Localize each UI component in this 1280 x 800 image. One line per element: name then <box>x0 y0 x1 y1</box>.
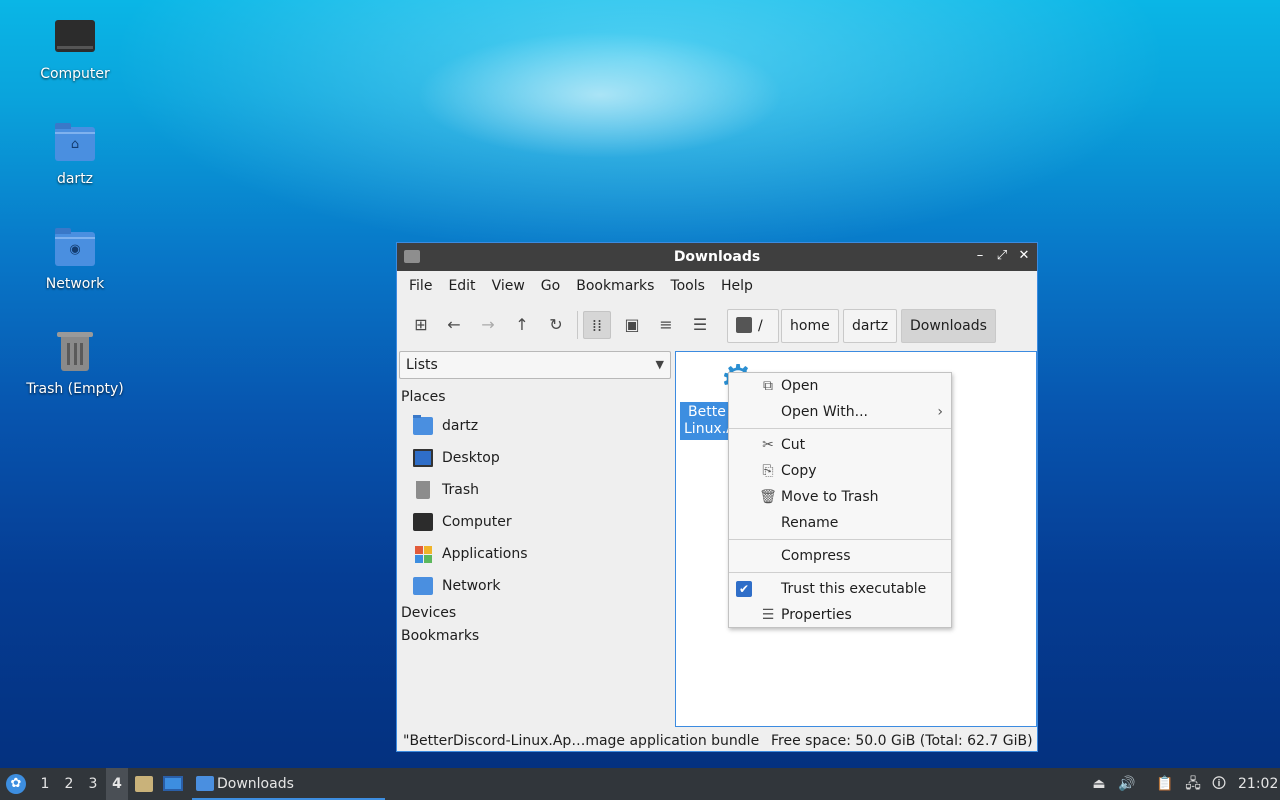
trash-icon: 🗑 <box>759 489 777 505</box>
taskbar-window-downloads[interactable]: Downloads <box>192 768 385 800</box>
eject-icon[interactable]: ⏏ <box>1090 775 1108 793</box>
window-title: Downloads <box>673 249 761 265</box>
menu-item-open-with[interactable]: Open With... › <box>729 400 951 424</box>
trash-icon <box>53 331 97 375</box>
notification-icon[interactable]: 🛈 <box>1210 775 1228 793</box>
menu-help[interactable]: Help <box>713 278 761 294</box>
sidebar-mode-select[interactable]: Lists ▼ <box>399 351 671 379</box>
sidebar-item-network[interactable]: Network <box>413 575 663 597</box>
sidebar-item-trash[interactable]: Trash <box>413 479 663 501</box>
close-icon[interactable]: ✕ <box>1015 247 1033 265</box>
cut-icon: ✂ <box>762 437 774 453</box>
detail-view-icon[interactable]: ☰ <box>686 311 714 339</box>
forward-icon[interactable]: → <box>474 311 502 339</box>
folder-icon <box>196 776 214 791</box>
menu-item-cut[interactable]: ✂ Cut <box>729 433 951 457</box>
desktop-icon-home[interactable]: ⌂ dartz <box>20 121 130 187</box>
menu-item-trust-executable[interactable]: ✔ Trust this executable <box>729 577 951 601</box>
menu-view[interactable]: View <box>484 278 533 294</box>
places-heading[interactable]: Places <box>401 389 446 405</box>
menu-bookmarks[interactable]: Bookmarks <box>568 278 662 294</box>
network-icon[interactable]: 🖧 <box>1184 775 1202 793</box>
menu-item-rename[interactable]: Rename <box>729 511 951 535</box>
computer-icon <box>413 513 433 531</box>
icon-view-icon[interactable]: ⁞⁞ <box>583 311 611 339</box>
chevron-right-icon: › <box>937 404 943 420</box>
file-manager-launcher-icon[interactable] <box>134 768 154 800</box>
minimize-icon[interactable]: – <box>971 247 989 265</box>
devices-heading[interactable]: Devices <box>401 605 456 621</box>
bookmarks-heading[interactable]: Bookmarks <box>401 628 479 644</box>
computer-icon <box>53 16 97 60</box>
desktop-icon-trash[interactable]: Trash (Empty) <box>20 331 130 397</box>
workspace-2[interactable]: 2 <box>58 768 80 800</box>
new-tab-icon[interactable]: ⊞ <box>407 311 435 339</box>
copy-icon: ⎘ <box>762 463 774 479</box>
workspace-1[interactable]: 1 <box>34 768 56 800</box>
menu-tools[interactable]: Tools <box>662 278 713 294</box>
clock[interactable]: 21:02 <box>1238 768 1278 800</box>
clipboard-icon[interactable]: 📋 <box>1156 775 1174 793</box>
context-menu: ⧉ Open Open With... › ✂ Cut ⎘ Copy 🗑 Mov… <box>728 372 952 628</box>
menu-item-compress[interactable]: Compress <box>729 544 951 568</box>
breadcrumb-home[interactable]: home <box>781 309 839 343</box>
workspace-3[interactable]: 3 <box>82 768 104 800</box>
sidebar-item-desktop[interactable]: Desktop <box>413 447 663 469</box>
home-folder-icon <box>413 415 433 435</box>
taskbar: ✿ 1 2 3 4 Downloads ⏏ 🔊 📋 🖧 🛈 21:02 <box>0 768 1280 800</box>
menu-go[interactable]: Go <box>533 278 568 294</box>
trash-icon <box>416 481 430 499</box>
status-free-space: Free space: 50.0 GiB (Total: 62.7 GiB) <box>771 733 1033 749</box>
home-folder-icon: ⌂ <box>53 121 97 165</box>
menu-bar: File Edit View Go Bookmarks Tools Help <box>397 271 1037 301</box>
chevron-down-icon: ▼ <box>655 358 664 371</box>
show-desktop-icon[interactable] <box>162 768 184 800</box>
menu-item-open[interactable]: ⧉ Open <box>729 374 951 398</box>
desktop-icon-label: dartz <box>56 171 94 187</box>
thumbnail-view-icon[interactable]: ▣ <box>618 311 646 339</box>
network-folder-icon: ◉ <box>53 226 97 270</box>
sidebar-item-computer[interactable]: Computer <box>413 511 663 533</box>
desktop-icon-label: Network <box>45 276 105 292</box>
desktop-icon-label: Trash (Empty) <box>26 381 124 397</box>
open-icon: ⧉ <box>763 378 773 394</box>
reload-icon[interactable]: ↻ <box>542 311 570 339</box>
applications-icon <box>413 545 433 563</box>
start-menu-icon[interactable]: ✿ <box>4 768 28 800</box>
sidebar-item-applications[interactable]: Applications <box>413 543 663 565</box>
menu-edit[interactable]: Edit <box>440 278 483 294</box>
desktop-icon-label: Computer <box>40 66 110 82</box>
menu-item-properties[interactable]: ☰ Properties <box>729 603 951 627</box>
breadcrumb-dartz[interactable]: dartz <box>843 309 898 343</box>
file-label[interactable]: Bette Linux.A <box>680 402 730 440</box>
up-icon[interactable]: ↑ <box>508 311 536 339</box>
volume-icon[interactable]: 🔊 <box>1118 775 1136 793</box>
breadcrumb-downloads[interactable]: Downloads <box>901 309 996 343</box>
desktop-icon-computer[interactable]: Computer <box>20 16 130 82</box>
maximize-icon[interactable]: ⤢ <box>993 247 1011 265</box>
drive-icon <box>736 317 752 333</box>
checkbox-checked-icon[interactable]: ✔ <box>736 581 752 597</box>
back-icon[interactable]: ← <box>440 311 468 339</box>
menu-item-move-to-trash[interactable]: 🗑 Move to Trash <box>729 485 951 509</box>
network-folder-icon <box>413 577 433 595</box>
sidebar-item-dartz[interactable]: dartz <box>413 415 663 437</box>
desktop-icon-network[interactable]: ◉ Network <box>20 226 130 292</box>
desktop-icon <box>413 449 433 467</box>
status-selection: "BetterDiscord-Linux.Ap…mage application… <box>403 733 760 749</box>
menu-file[interactable]: File <box>401 278 440 294</box>
window-titlebar[interactable]: Downloads – ⤢ ✕ <box>397 243 1037 271</box>
breadcrumb-root[interactable]: / <box>727 309 779 343</box>
workspace-4[interactable]: 4 <box>106 768 128 800</box>
menu-item-copy[interactable]: ⎘ Copy <box>729 459 951 483</box>
compact-view-icon[interactable]: ≡ <box>652 311 680 339</box>
properties-icon: ☰ <box>761 607 775 623</box>
